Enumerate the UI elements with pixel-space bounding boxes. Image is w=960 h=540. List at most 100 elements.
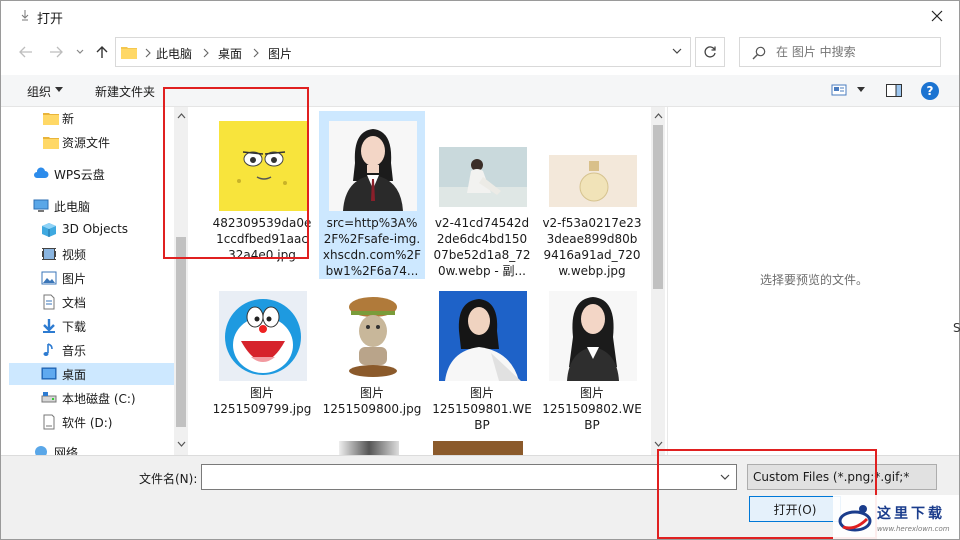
preview-placeholder: 选择要预览的文件。 xyxy=(759,273,868,287)
file-name: src=http%3A% 2F%2Fsafe-img. xhscdn.com%2F b… xyxy=(322,216,422,278)
file-list-scrollbar[interactable] xyxy=(651,107,665,455)
nav-label: WPS云盘 xyxy=(54,168,105,182)
scroll-down-arrow[interactable] xyxy=(653,439,663,449)
nav-label: 图片 xyxy=(62,272,87,286)
nav-item-drive-d[interactable]: 软件 (D:) xyxy=(9,411,174,433)
watermark-url: www.herexlown.com xyxy=(877,525,950,533)
view-options-icon[interactable] xyxy=(831,83,847,97)
nav-label: 本地磁盘 (C:) xyxy=(62,392,136,406)
filename-input[interactable] xyxy=(202,465,712,489)
chevron-down-icon[interactable] xyxy=(720,474,730,481)
file-item[interactable]: src=http%3A% 2F%2Fsafe-img. xhscdn.com%2F b… xyxy=(319,111,425,279)
nav-item-this-pc[interactable]: 此电脑 xyxy=(9,195,174,217)
scroll-thumb[interactable] xyxy=(653,125,663,289)
caret-down-icon[interactable] xyxy=(857,87,865,92)
nav-label: 文档 xyxy=(62,296,87,310)
pictures-icon xyxy=(41,271,57,285)
organize-button[interactable]: 组织 xyxy=(27,83,51,100)
thumbnail-portrait xyxy=(329,121,417,211)
title-bar: 打开 xyxy=(1,1,959,31)
file-item[interactable]: v2-f53a0217e23 3deae899d80b 9416a91ad_720 w… xyxy=(539,111,645,279)
search-input[interactable] xyxy=(776,42,936,62)
scroll-thumb[interactable] xyxy=(176,237,186,427)
scroll-down-arrow[interactable] xyxy=(176,439,186,449)
nav-item-videos[interactable]: 视频 xyxy=(9,243,174,265)
file-name: 图片 1251509802.WE BP xyxy=(542,386,642,432)
nav-item-network[interactable]: 网络 xyxy=(9,441,174,455)
navigation-pane: 新 资源文件 WPS云盘 此电脑 3D Objects 视频 图片 文档 下载 … xyxy=(9,107,174,455)
desktop-icon xyxy=(41,367,57,380)
thumbnail-burger xyxy=(329,291,417,381)
folder-icon xyxy=(121,47,137,59)
window-title: 打开 xyxy=(37,12,64,27)
file-item[interactable]: 图片 1251509799.jpg xyxy=(209,281,315,449)
nav-item-3d-objects[interactable]: 3D Objects xyxy=(9,219,174,241)
forward-button[interactable] xyxy=(47,43,65,61)
download-icon xyxy=(43,319,55,333)
nav-label: 此电脑 xyxy=(54,200,91,214)
nav-label: 音乐 xyxy=(62,344,87,358)
up-button[interactable] xyxy=(93,43,111,61)
file-item[interactable]: v2-41cd74542d 2de6dc4bd150 07be52d1a8_72 0w… xyxy=(429,111,535,279)
thumbnail-perfume xyxy=(549,155,637,207)
filename-label: 文件名(N): xyxy=(139,472,198,486)
document-icon xyxy=(43,294,55,310)
background-text: S xyxy=(953,321,960,335)
file-name: 图片 1251509801.WE BP xyxy=(432,386,532,432)
scroll-up-arrow[interactable] xyxy=(176,111,186,121)
chevron-right-icon xyxy=(253,48,259,58)
search-icon xyxy=(752,46,766,60)
nav-scrollbar[interactable] xyxy=(174,107,188,455)
nav-item-wps-cloud[interactable]: WPS云盘 xyxy=(9,163,174,185)
watermark-title: 这里下载 xyxy=(877,506,945,522)
open-button[interactable]: 打开(O) xyxy=(749,496,841,522)
file-name: v2-41cd74542d 2de6dc4bd150 07be52d1a8_72 0w… xyxy=(433,216,531,278)
preview-pane-icon[interactable] xyxy=(886,84,902,97)
video-icon xyxy=(42,248,56,260)
file-item[interactable]: 482309539da0e 1ccdfbed91aac 32a4e0.jpg xyxy=(209,111,315,279)
address-bar[interactable]: 此电脑 桌面 图片 xyxy=(115,37,691,67)
cube-icon xyxy=(42,223,56,237)
thumbnail-partial xyxy=(433,441,523,455)
thumbnail-girl xyxy=(439,147,527,207)
nav-item-pictures[interactable]: 图片 xyxy=(9,267,174,289)
nav-label: 下载 xyxy=(62,320,87,334)
thumbnail-partial xyxy=(339,441,399,455)
nav-item-music[interactable]: 音乐 xyxy=(9,339,174,361)
file-item[interactable]: 图片 1251509800.jpg xyxy=(319,281,425,449)
search-box[interactable] xyxy=(739,37,941,67)
thumbnail-portrait-2 xyxy=(549,291,637,381)
cloud-icon xyxy=(34,167,49,178)
command-bar: 组织 新建文件夹 ? xyxy=(1,75,959,107)
breadcrumb-pictures[interactable]: 图片 xyxy=(268,45,292,62)
breadcrumb-this-pc[interactable]: 此电脑 xyxy=(156,45,192,62)
nav-item-documents[interactable]: 文档 xyxy=(9,291,174,313)
file-type-select[interactable]: Custom Files (*.png;*.gif;* xyxy=(747,464,937,490)
close-button[interactable] xyxy=(925,5,949,27)
dialog-footer: 文件名(N): Custom Files (*.png;*.gif;* 打开(O… xyxy=(1,455,959,539)
refresh-button[interactable] xyxy=(695,37,725,67)
nav-item-drive-c[interactable]: 本地磁盘 (C:) xyxy=(9,387,174,409)
file-type-value: Custom Files (*.png;*.gif;* xyxy=(753,470,910,484)
recent-locations-button[interactable] xyxy=(71,43,89,61)
nav-item-desktop[interactable]: 桌面 xyxy=(9,363,174,385)
chevron-down-icon[interactable] xyxy=(672,47,682,55)
nav-item-new[interactable]: 新 xyxy=(9,107,174,129)
new-folder-button[interactable]: 新建文件夹 xyxy=(95,83,155,100)
file-item[interactable]: 图片 1251509802.WE BP xyxy=(539,281,645,449)
breadcrumb-desktop[interactable]: 桌面 xyxy=(218,45,242,62)
arrow-left-icon xyxy=(19,46,32,58)
scroll-up-arrow[interactable] xyxy=(653,111,663,121)
filename-combobox[interactable] xyxy=(201,464,737,490)
nav-label: 网络 xyxy=(54,446,79,455)
file-name: v2-f53a0217e23 3deae899d80b 9416a91ad_720 w… xyxy=(542,216,642,278)
nav-item-downloads[interactable]: 下载 xyxy=(9,315,174,337)
back-button[interactable] xyxy=(17,43,35,61)
watermark-logo-icon xyxy=(838,505,872,532)
network-icon xyxy=(35,446,47,455)
nav-label: 新 xyxy=(62,112,75,126)
file-item[interactable]: 图片 1251509801.WE BP xyxy=(429,281,535,449)
nav-label: 桌面 xyxy=(62,368,87,382)
help-button[interactable]: ? xyxy=(921,82,939,100)
nav-item-resources[interactable]: 资源文件 xyxy=(9,131,174,153)
